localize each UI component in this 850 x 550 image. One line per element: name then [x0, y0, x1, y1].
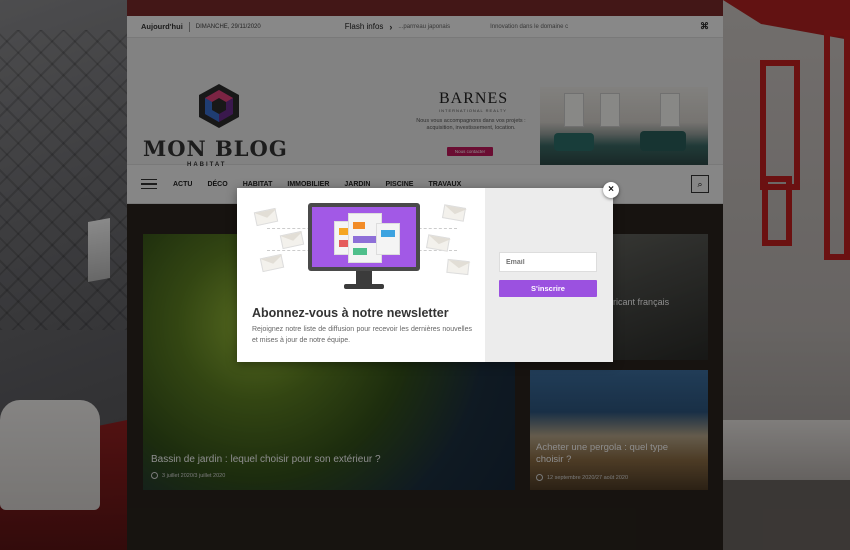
email-field[interactable]	[499, 252, 597, 272]
newsletter-info-panel: Abonnez-vous à notre newsletter Rejoigne…	[237, 188, 485, 362]
monitor-icon	[308, 203, 420, 289]
close-icon[interactable]: ×	[603, 182, 619, 198]
newsletter-popup: Abonnez-vous à notre newsletter Rejoigne…	[237, 188, 613, 362]
monitor-stand	[356, 271, 372, 285]
monitor-base	[344, 284, 384, 289]
document-icon	[376, 223, 400, 255]
subscribe-button[interactable]: S'inscrire	[499, 280, 597, 297]
monitor-screen	[312, 207, 416, 267]
envelope-icon	[446, 258, 470, 276]
envelope-icon	[441, 204, 467, 222]
envelope-icon	[279, 230, 305, 250]
newsletter-title: Abonnez-vous à notre newsletter	[252, 306, 449, 320]
newsletter-form-panel: S'inscrire	[485, 188, 613, 362]
newsletter-description: Rejoignez notre liste de diffusion pour …	[252, 326, 472, 344]
envelope-icon	[253, 207, 279, 227]
envelope-icon	[259, 253, 285, 273]
